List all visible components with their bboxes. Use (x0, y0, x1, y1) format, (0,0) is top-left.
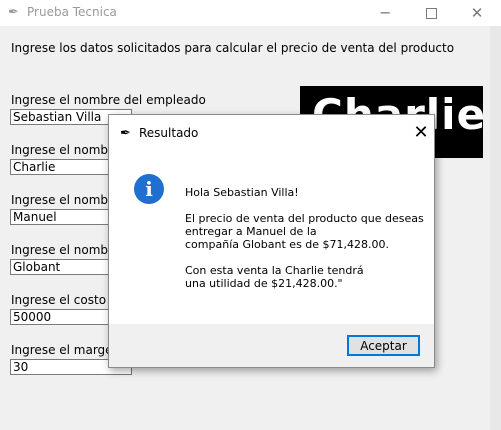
dialog-title: Resultado (139, 126, 199, 140)
dialog-titlebar: ✒ Resultado ✕ (109, 115, 434, 151)
maximize-icon (425, 7, 437, 19)
minimize-icon: ─ (380, 4, 390, 22)
margin-label: Ingrese el margen (11, 343, 121, 357)
minimize-button[interactable]: ─ (362, 0, 408, 26)
accept-button[interactable]: Aceptar (347, 335, 420, 356)
feather-icon: ✒ (8, 5, 19, 20)
employee-name-label: Ingrese el nombre del empleado (11, 93, 206, 107)
greeting-text: Hola Sebastian Villa! (185, 186, 299, 199)
company-name-label: Ingrese el nombre (11, 143, 121, 157)
client-company-label: Ingrese el nombre (11, 243, 121, 257)
message-line: Con esta venta la Charlie tendrá (185, 264, 364, 277)
window-edge (490, 26, 501, 430)
result-dialog: ✒ Resultado ✕ i Hola Sebastian Villa! El… (108, 114, 435, 368)
info-icon: i (134, 174, 164, 204)
window-title: Prueba Tecnica (27, 5, 117, 19)
message-line: una utilidad de $21,428.00." (185, 277, 343, 290)
close-icon: ✕ (413, 122, 429, 143)
maximize-button[interactable] (408, 0, 454, 26)
close-icon: ✕ (470, 4, 484, 22)
message-line: compañía Globant es de $71,428.00. (185, 238, 390, 251)
message-line: entregar a Manuel de la (185, 225, 317, 238)
feather-icon: ✒ (120, 126, 131, 141)
dialog-body: i Hola Sebastian Villa! El precio de ven… (109, 151, 434, 324)
window-titlebar: ✒ Prueba Tecnica ─ ✕ (0, 0, 501, 26)
instructions-text: Ingrese los datos solicitados para calcu… (11, 41, 455, 55)
dialog-close-button[interactable]: ✕ (411, 123, 431, 143)
message-line: El precio de venta del producto que dese… (185, 212, 424, 225)
close-button[interactable]: ✕ (454, 0, 500, 26)
client-name-label: Ingrese el nombre (11, 193, 121, 207)
